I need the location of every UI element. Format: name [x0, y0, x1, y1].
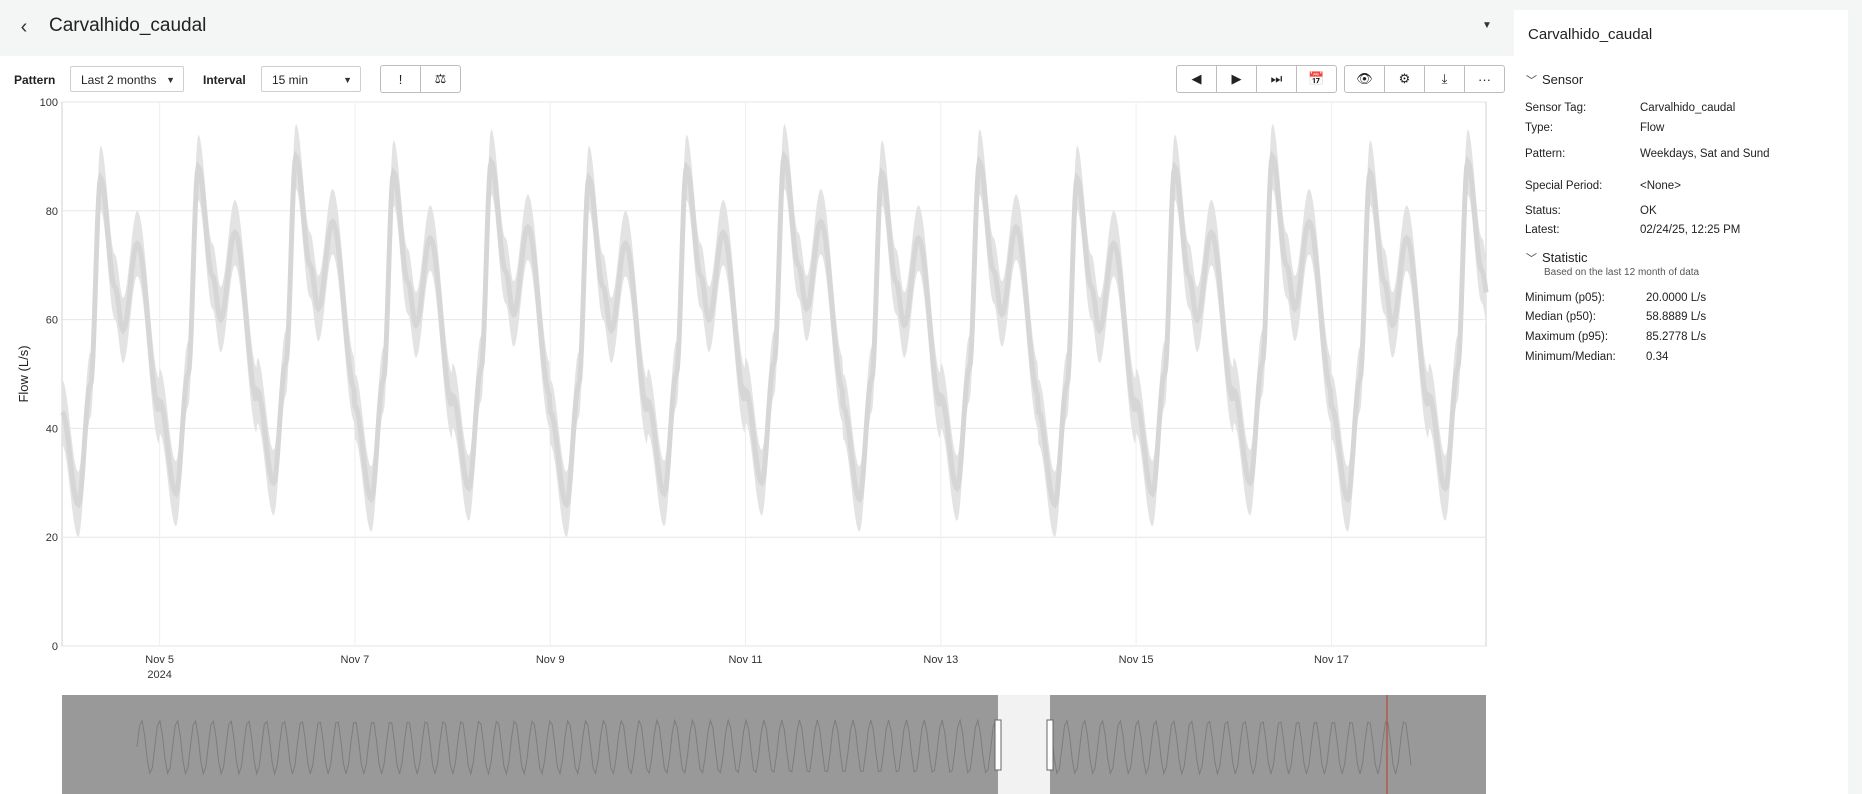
detail-value: 85.2778 L/s [1646, 331, 1707, 343]
previous-button[interactable]: ◀ [1177, 66, 1216, 92]
play-button[interactable]: ▶ [1216, 66, 1256, 92]
pattern-select[interactable]: Last 2 months ▼ [70, 66, 184, 92]
detail-label: Type: [1525, 122, 1554, 134]
x-tick-label: Nov 15 [1119, 654, 1154, 666]
chevron-down-icon: ▼ [343, 75, 352, 85]
pattern-select-value: Last 2 months [81, 73, 157, 87]
page-title: Carvalhido_caudal [49, 15, 207, 36]
main-area: ‹ Carvalhido_caudal ▼ Pattern Last 2 mon… [0, 0, 1514, 794]
detail-label: Latest: [1525, 224, 1560, 236]
detail-value: Weekdays, Sat and Sund [1640, 148, 1770, 160]
detail-label: Special Period: [1525, 180, 1603, 192]
detail-label: Pattern: [1525, 148, 1566, 160]
analysis-button-group: ! ⚖ [380, 65, 461, 93]
interval-select[interactable]: 15 min ▼ [261, 66, 361, 92]
scale-icon: ⚖ [434, 71, 447, 86]
sensor-section-label: Sensor [1542, 72, 1584, 87]
y-tick-label: 60 [46, 315, 58, 327]
detail-label: Median (p50): [1525, 311, 1596, 323]
back-icon[interactable]: ‹ [14, 16, 34, 38]
y-tick-label: 20 [46, 532, 58, 544]
eye-icon: 👁 [1356, 71, 1373, 86]
action-button-group: 👁 ⚙ ⤓ ··· [1344, 65, 1505, 93]
navigator[interactable] [62, 695, 1486, 794]
detail-value: 02/24/25, 12:25 PM [1640, 224, 1741, 236]
chevron-down-icon: ﹀ [1526, 75, 1537, 87]
skip-end-button[interactable]: ⏭ [1256, 66, 1296, 92]
scale-button[interactable]: ⚖ [420, 66, 460, 92]
x-tick-label: Nov 13 [923, 654, 958, 666]
title-dropdown-icon[interactable]: ▼ [1482, 20, 1492, 31]
detail-label: Sensor Tag: [1525, 102, 1587, 114]
alert-button[interactable]: ! [381, 66, 420, 92]
interval-label: Interval [203, 73, 246, 87]
title-bar: ‹ Carvalhido_caudal ▼ [0, 0, 1514, 56]
statistic-section-header[interactable]: ﹀ Statistic [1526, 250, 1588, 266]
x-tick-label: Nov 9 [536, 654, 565, 666]
detail-label: Minimum (p05): [1525, 292, 1605, 304]
more-icon: ··· [1478, 71, 1491, 87]
detail-value: Carvalhido_caudal [1640, 102, 1736, 114]
navigator-left-handle[interactable] [994, 719, 1002, 771]
sensor-section-header[interactable]: ﹀ Sensor [1526, 72, 1583, 88]
statistic-section-label: Statistic [1542, 250, 1588, 265]
y-tick-label: 100 [40, 97, 58, 109]
detail-value: <None> [1640, 180, 1681, 192]
y-axis-label: Flow (L/s) [16, 345, 31, 402]
gear-icon: ⚙ [1398, 71, 1411, 86]
download-icon: ⤓ [1441, 71, 1448, 86]
detail-label: Maximum (p95): [1525, 331, 1609, 343]
skip-end-icon: ⏭ [1270, 71, 1283, 86]
interval-select-value: 15 min [272, 73, 309, 87]
alert-icon: ! [398, 71, 403, 87]
more-button[interactable]: ··· [1464, 66, 1504, 92]
detail-label: Minimum/Median: [1525, 351, 1616, 363]
download-button[interactable]: ⤓ [1424, 66, 1464, 92]
navigator-window[interactable] [998, 695, 1050, 794]
detail-value: OK [1640, 205, 1657, 217]
chevron-down-icon: ﹀ [1526, 253, 1537, 265]
navigator-right-handle[interactable] [1046, 719, 1054, 771]
y-tick-label: 40 [46, 423, 58, 435]
x-tick-label: Nov 5 [145, 654, 174, 666]
detail-value: 58.8889 L/s [1646, 311, 1707, 323]
detail-value: 20.0000 L/s [1646, 292, 1707, 304]
gear-button[interactable]: ⚙ [1384, 66, 1424, 92]
x-tick-label: Nov 11 [728, 654, 762, 666]
calendar-button[interactable]: 📅 [1296, 66, 1336, 92]
x-tick-sublabel: 2024 [147, 669, 171, 681]
statistic-note: Based on the last 12 month of data [1544, 267, 1700, 278]
chevron-down-icon: ▼ [166, 75, 175, 85]
panel-title: Carvalhido_caudal [1528, 26, 1653, 43]
navigation-button-group: ◀ ▶ ⏭ 📅 [1176, 65, 1337, 93]
flow-chart[interactable]: 0 20 40 60 80 100 Flow (L/s) Nov 5 2024 Nov 7 Nov … [0, 94, 1514, 794]
y-tick-label: 0 [52, 641, 58, 653]
detail-label: Status: [1525, 205, 1561, 217]
play-icon: ▶ [1231, 71, 1242, 86]
calendar-icon: 📅 [1308, 71, 1325, 86]
detail-value: 0.34 [1646, 351, 1669, 363]
x-tick-label: Nov 7 [341, 654, 370, 666]
x-tick-label: Nov 17 [1314, 654, 1349, 666]
previous-icon: ◀ [1191, 71, 1202, 86]
detail-value: Flow [1640, 122, 1665, 134]
y-tick-label: 80 [46, 206, 58, 218]
details-panel: Carvalhido_caudal ﹀ Sensor Sensor Tag: Car… [1514, 10, 1848, 794]
eye-button[interactable]: 👁 [1345, 66, 1384, 92]
pattern-label: Pattern [14, 73, 56, 87]
